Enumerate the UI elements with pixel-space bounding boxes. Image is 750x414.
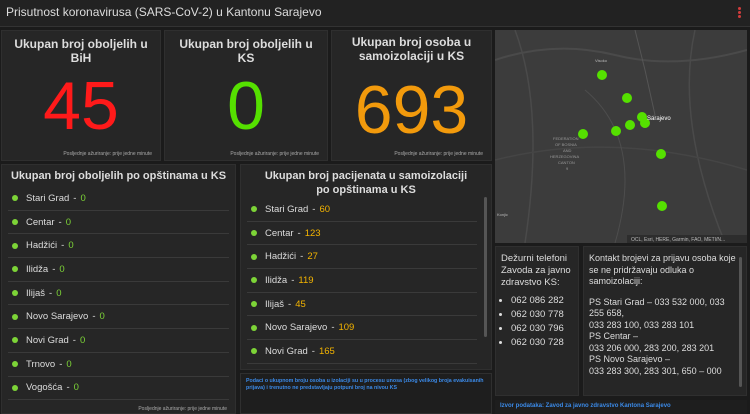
phones-list: 062 086 282 062 030 778 062 030 796 062 … (501, 294, 573, 350)
bullet-dot-icon (12, 384, 18, 391)
list-item[interactable]: Ilidža -0 (8, 258, 229, 282)
map-marker (622, 93, 632, 103)
bullet-dot-icon (251, 253, 257, 260)
map-label-konjic: Konjic (497, 212, 508, 217)
map-label-federation: HERZEGOVINA (550, 154, 579, 159)
updated-label: Posljednje ažuriranje: prije jedne minut… (394, 151, 483, 157)
bullet-dot-icon (12, 242, 18, 249)
card-title: Ukupan broj oboljelih u BiH (14, 37, 148, 65)
list-item[interactable]: Ilijaš -45 (247, 293, 477, 317)
phone-number[interactable]: 062 030 728 (511, 336, 573, 350)
panel-title: Ukupan broj pacijenata u samoizolaciji p… (264, 170, 468, 196)
map-marker (656, 149, 666, 159)
map-label-federation: FEDERATION (553, 136, 579, 141)
phones-panel: Dežurni telefoni Zavoda za javno zdravst… (495, 246, 579, 396)
bullet-dot-icon (251, 301, 257, 308)
bullet-dot-icon (12, 195, 18, 202)
list-item[interactable]: Ilijaš -0 (8, 282, 229, 306)
data-note: Podaci o ukupnom broju osoba u izolaciji… (240, 373, 492, 414)
bullet-dot-icon (251, 277, 257, 284)
bullet-dot-icon (12, 290, 18, 297)
phone-number[interactable]: 062 086 282 (511, 294, 573, 308)
updated-label: Posljednje ažuriranje: prije jedne minut… (138, 406, 227, 412)
ks-total-value: 0 (227, 68, 265, 144)
list-item[interactable]: Novo Sarajevo -0 (8, 305, 229, 330)
map-label-city: Sarajevo (647, 116, 671, 122)
card-ks-total: Ukupan broj oboljelih u KS 0 Posljednje … (164, 30, 328, 161)
scrollbar[interactable] (739, 257, 742, 387)
contact-line: 033 206 000, 283 200, 283 201 (589, 342, 715, 353)
list-item[interactable]: Ilidža -119 (247, 269, 477, 293)
bullet-dot-icon (251, 348, 257, 355)
bullet-dot-icon (251, 230, 257, 237)
map-label-federation: OF BOSNIA (555, 142, 577, 147)
map-marker (625, 120, 635, 130)
map-label-federation: AND (563, 148, 572, 153)
card-isolation-total: Ukupan broj osoba u samoizolaciji u KS 6… (331, 30, 492, 161)
list-item[interactable]: Hadžići -27 (247, 245, 477, 270)
sick-list: Stari Grad -0 Centar -0 Hadžići -0 Ilidža -0… (8, 187, 229, 401)
isolation-list: Stari Grad -60 Centar -123 Hadžići -27 Ilid… (247, 198, 477, 364)
list-item[interactable]: Vogošća -0 (8, 377, 229, 401)
list-item[interactable]: Centar -0 (8, 211, 229, 235)
contact-line: PS Novo Sarajevo – (589, 354, 671, 364)
bullet-dot-icon (12, 219, 18, 226)
contacts-title: Kontakt brojevi za prijavu osoba koje se… (589, 253, 736, 286)
list-item[interactable]: Centar -123 (247, 222, 477, 246)
card-bih-total: Ukupan broj oboljelih u BiH 45 Posljednj… (1, 30, 161, 161)
updated-label: Posljednje ažuriranje: prije jedne minut… (230, 151, 319, 157)
map-label-federation: CANTON (558, 160, 575, 165)
list-item[interactable]: Trnovo -0 (8, 353, 229, 377)
municipalities-sick-panel: Ukupan broj oboljelih po opštinama u KS … (1, 164, 236, 414)
map[interactable]: Visoko Sarajevo FEDERATION OF BOSNIA AND… (495, 30, 747, 243)
contacts-panel: Kontakt brojevi za prijavu osoba koje se… (583, 246, 747, 396)
list-item[interactable]: Novi Grad -0 (8, 329, 229, 353)
bullet-dot-icon (12, 337, 18, 344)
map-marker (611, 126, 621, 136)
panel-title: Ukupan broj oboljelih po opštinama u KS (10, 170, 227, 182)
phones-title: Dežurni telefoni Zavoda za javno zdravst… (501, 253, 571, 288)
app-header: Prisutnost koronavirusa (SARS-CoV-2) u K… (0, 0, 750, 27)
contact-line: PS Stari Grad – 033 532 000, 033 255 658… (589, 296, 725, 319)
bih-total-value: 45 (43, 68, 119, 144)
menu-icon[interactable] (735, 6, 744, 18)
municipalities-isolation-panel: Ukupan broj pacijenata u samoizolaciji p… (240, 164, 492, 370)
bullet-dot-icon (251, 206, 257, 213)
map-marker (597, 70, 607, 80)
card-title: Ukupan broj osoba u samoizolaciji u KS (351, 35, 472, 63)
bullet-dot-icon (12, 361, 18, 368)
updated-label: Posljednje ažuriranje: prije jedne minut… (63, 151, 152, 157)
bullet-dot-icon (251, 324, 257, 331)
map-marker (657, 201, 667, 211)
scrollbar[interactable] (484, 197, 487, 337)
isolation-total-value: 693 (354, 72, 469, 148)
data-source: Izvor podataka: Zavod za javno zdravstvo… (495, 400, 747, 414)
phone-number[interactable]: 062 030 778 (511, 308, 573, 322)
map-attribution: OCL, Esri, HERE, Garmin, FAO, METI/N... (631, 237, 725, 243)
contact-line: 033 283 100, 033 283 101 (589, 319, 695, 330)
list-item[interactable]: Novi Grad -165 (247, 340, 477, 364)
bullet-dot-icon (12, 313, 18, 320)
map-marker (578, 129, 588, 139)
list-item[interactable]: Hadžići -0 (8, 234, 229, 259)
map-canvas[interactable]: Visoko Sarajevo FEDERATION OF BOSNIA AND… (495, 30, 747, 243)
bullet-dot-icon (12, 266, 18, 273)
contact-line: 033 283 300, 283 301, 650 – 000 (589, 365, 722, 376)
map-label-visoko: Visoko (595, 58, 608, 63)
contact-line: PS Centar – (589, 331, 639, 341)
card-title: Ukupan broj oboljelih u KS (179, 37, 313, 65)
list-item[interactable]: Stari Grad -60 (247, 198, 477, 222)
page-title: Prisutnost koronavirusa (SARS-CoV-2) u K… (6, 5, 322, 19)
list-item[interactable]: Novo Sarajevo -109 (247, 316, 477, 341)
phone-number[interactable]: 062 030 796 (511, 322, 573, 336)
list-item[interactable]: Stari Grad -0 (8, 187, 229, 211)
